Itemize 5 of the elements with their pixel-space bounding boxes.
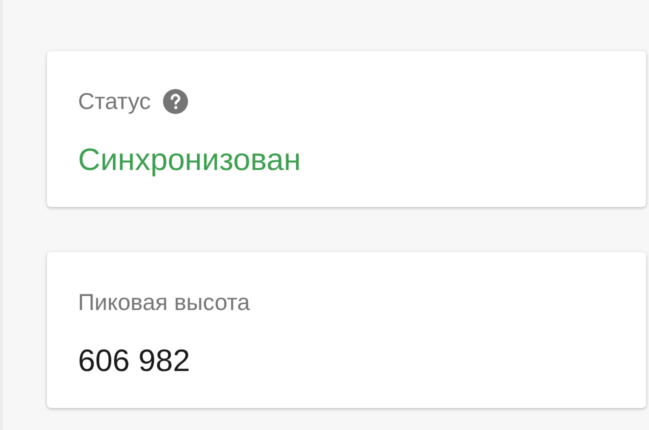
card-value: 606 982 [78, 342, 192, 380]
help-icon[interactable] [162, 88, 188, 114]
card-label: Статус [78, 87, 151, 115]
card-value: Синхронизован [78, 141, 302, 179]
card-label: Пиковая высота [78, 288, 250, 316]
